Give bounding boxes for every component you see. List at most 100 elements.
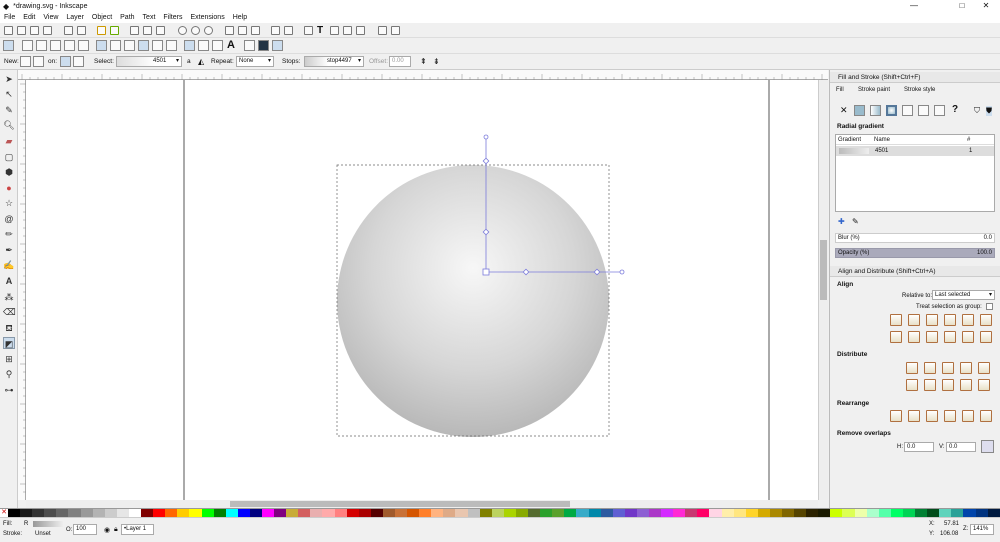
distribute-2-icon[interactable]	[924, 362, 936, 374]
rearrange-1-icon[interactable]	[890, 410, 902, 422]
gradient-list[interactable]: Gradient Name # 4501 1	[835, 134, 995, 212]
group-icon[interactable]	[271, 26, 280, 35]
fill-swatch[interactable]	[33, 521, 63, 527]
gradient-center-handle[interactable]	[482, 268, 490, 276]
spiral-tool-icon[interactable]: @	[3, 213, 15, 225]
guides-toggle-icon[interactable]	[272, 40, 283, 51]
snap-page-icon[interactable]	[184, 40, 195, 51]
grid-toggle-icon[interactable]	[258, 40, 269, 51]
treat-as-group-checkbox[interactable]	[986, 303, 993, 310]
zoom-page-icon[interactable]	[204, 26, 213, 35]
menu-help[interactable]: Help	[233, 14, 247, 21]
new-doc-icon[interactable]	[4, 26, 13, 35]
align-4-icon[interactable]	[944, 314, 956, 326]
opacity-slider[interactable]: Opacity (%) 100.0	[835, 248, 995, 258]
linear-gradient-button[interactable]	[20, 56, 31, 67]
gradient-handle-top[interactable]	[483, 134, 489, 140]
import-icon[interactable]	[64, 26, 73, 35]
distribute-3-icon[interactable]	[942, 362, 954, 374]
distribute-10-icon[interactable]	[978, 379, 990, 391]
h-gap-field[interactable]: 0.0	[904, 442, 934, 452]
on-stroke-button[interactable]	[73, 56, 84, 67]
distribute-7-icon[interactable]	[924, 379, 936, 391]
distribute-1-icon[interactable]	[906, 362, 918, 374]
menu-edit[interactable]: Edit	[23, 14, 35, 21]
distribute-8-icon[interactable]	[942, 379, 954, 391]
distribute-5-icon[interactable]	[978, 362, 990, 374]
mesh-tool-icon[interactable]: ⊞	[3, 353, 15, 365]
blur-slider[interactable]: Blur (%) 0.0	[835, 233, 995, 243]
stops-select[interactable]: stop4497 ▾	[304, 56, 364, 67]
fill-status-value[interactable]: R	[24, 521, 28, 527]
measure-tool-icon[interactable]: ▰	[3, 135, 15, 147]
snap-bbox-corners-icon[interactable]	[124, 40, 135, 51]
connector-tool-icon[interactable]: ⊶	[3, 384, 15, 396]
menu-path[interactable]: Path	[120, 14, 134, 21]
remove-overlaps-button[interactable]	[981, 440, 994, 453]
pen-tool-icon[interactable]: ✒	[3, 244, 15, 256]
layers-icon[interactable]	[330, 26, 339, 35]
horizontal-ruler[interactable]	[18, 70, 828, 80]
swatch-icon[interactable]	[934, 105, 945, 116]
menu-text[interactable]: Text	[143, 14, 156, 21]
align-6-icon[interactable]	[980, 314, 992, 326]
spray-tool-icon[interactable]: ⁂	[3, 291, 15, 303]
align-11-icon[interactable]	[962, 331, 974, 343]
fill-stroke-icon[interactable]	[304, 26, 313, 35]
text-font-icon[interactable]: T	[317, 25, 323, 36]
snap-nodes-icon[interactable]	[22, 40, 33, 51]
flat-color-icon[interactable]	[854, 105, 865, 116]
clone-icon[interactable]	[238, 26, 247, 35]
tweak-tool-icon[interactable]: ✎	[3, 104, 15, 116]
duplicate-icon[interactable]	[225, 26, 234, 35]
reverse-direction-icon[interactable]: ◭	[198, 54, 204, 70]
linear-gradient-icon[interactable]	[870, 105, 881, 116]
align-2-icon[interactable]	[908, 314, 920, 326]
3d-box-tool-icon[interactable]: ⬢	[3, 166, 15, 178]
snap-rotation-icon[interactable]	[166, 40, 177, 51]
zoom-selection-icon[interactable]	[178, 26, 187, 35]
horizontal-scrollbar[interactable]	[26, 500, 818, 508]
copy-icon[interactable]	[130, 26, 139, 35]
snap-paths-icon[interactable]	[36, 40, 47, 51]
radial-gradient-button[interactable]	[33, 56, 44, 67]
xml-editor-icon[interactable]	[343, 26, 352, 35]
edit-gradient-icon[interactable]: ✎	[852, 217, 859, 226]
paint-bucket-tool-icon[interactable]: ⛾	[3, 322, 15, 334]
opacity-status-field[interactable]: 100	[73, 524, 97, 535]
snap-centers-icon[interactable]	[152, 40, 163, 51]
pattern-icon[interactable]	[918, 105, 929, 116]
gradient-handle-mid-top[interactable]	[482, 157, 490, 165]
vertical-scrollbar[interactable]	[818, 80, 828, 500]
delete-stop-icon[interactable]: ⇟	[433, 54, 440, 70]
distribute-4-icon[interactable]	[960, 362, 972, 374]
close-button[interactable]: ✕	[972, 0, 1000, 12]
open-icon[interactable]	[17, 26, 26, 35]
paste-icon[interactable]	[156, 26, 165, 35]
insert-stop-icon[interactable]: ⇞	[420, 54, 427, 70]
snap-bbox-icon[interactable]	[96, 40, 107, 51]
align-12-icon[interactable]	[980, 331, 992, 343]
table-row[interactable]: 4501 1	[836, 146, 994, 156]
radial-gradient-icon[interactable]	[886, 105, 897, 116]
col-count[interactable]: #	[967, 135, 970, 145]
add-stop-icon[interactable]: ✚	[838, 217, 845, 226]
mesh-gradient-icon[interactable]	[902, 105, 913, 116]
zoom-drawing-icon[interactable]	[191, 26, 200, 35]
star-tool-icon[interactable]: ☆	[3, 197, 15, 209]
vertical-ruler[interactable]	[18, 80, 26, 500]
align-9-icon[interactable]	[926, 331, 938, 343]
eye-icon[interactable]: ◉	[104, 526, 110, 534]
zoom-field[interactable]: 141%	[970, 524, 994, 535]
layer-select[interactable]: •Layer 1	[121, 524, 154, 535]
align-10-icon[interactable]	[944, 331, 956, 343]
align-5-icon[interactable]	[962, 314, 974, 326]
node-tool-icon[interactable]: ↖	[3, 88, 15, 100]
document-properties-icon[interactable]	[378, 26, 387, 35]
selector-tool-icon[interactable]: ➤	[3, 73, 15, 85]
horizontal-scroll-thumb[interactable]	[230, 501, 570, 507]
offset-field[interactable]: 0.00	[389, 56, 411, 67]
rearrange-6-icon[interactable]	[980, 410, 992, 422]
rearrange-3-icon[interactable]	[926, 410, 938, 422]
align-dialog-icon[interactable]	[356, 26, 365, 35]
